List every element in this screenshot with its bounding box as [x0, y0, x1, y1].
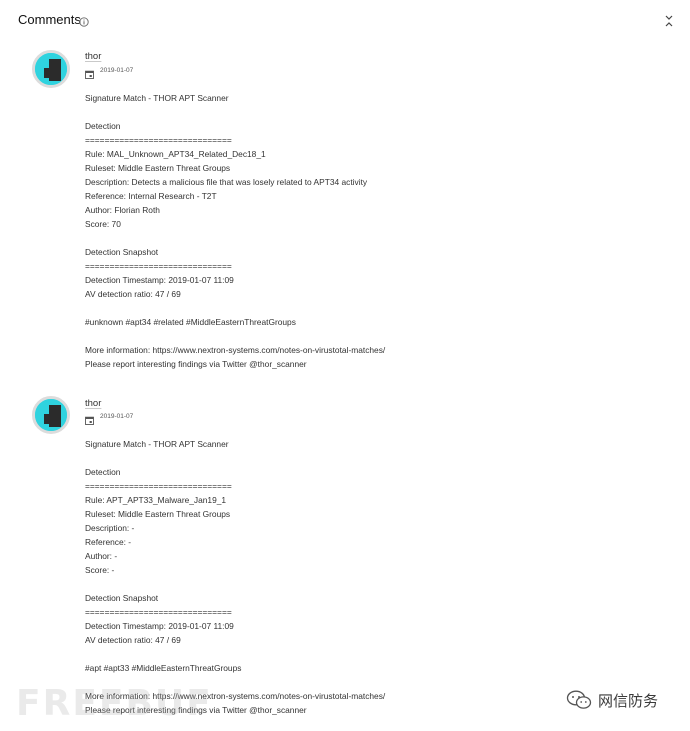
wechat-icon	[566, 690, 592, 710]
comment-line: Rule: MAL_Unknown_APT34_Related_Dec18_1	[85, 149, 266, 159]
avatar[interactable]	[32, 50, 70, 88]
info-icon[interactable]	[79, 14, 89, 27]
comment-line: Ruleset: Middle Eastern Threat Groups	[85, 509, 231, 519]
comment-line: Score: 70	[85, 219, 121, 229]
avatar[interactable]	[32, 396, 70, 434]
calendar-icon	[85, 66, 94, 79]
comment-line: Reference: Internal Research - T2T	[85, 191, 217, 201]
comment-line: #apt #apt33 #MiddleEasternThreatGroups	[85, 663, 242, 673]
comment-line: Detection	[85, 467, 121, 477]
comment-line: Detection Timestamp: 2019-01-07 11:09	[85, 275, 234, 285]
comment-author-link[interactable]: thor	[85, 51, 101, 62]
comment-line: ==============================	[85, 607, 232, 617]
comment-date: 2019-01-07	[100, 413, 134, 420]
comment-line: Signature Match - THOR APT Scanner	[85, 93, 229, 103]
comment-line: Reference: -	[85, 537, 132, 547]
comment-line: Rule: APT_APT33_Malware_Jan19_1	[85, 495, 227, 505]
comment-line: Description: Detects a malicious file th…	[85, 177, 368, 187]
comment-line: Signature Match - THOR APT Scanner	[85, 439, 229, 449]
comment-line: Detection Snapshot	[85, 247, 159, 257]
comment-line: Score: -	[85, 565, 115, 575]
comments-title: Comments	[18, 12, 81, 27]
comment-line: #unknown #apt34 #related #MiddleEasternT…	[85, 317, 296, 327]
comment-line: ==============================	[85, 261, 232, 271]
calendar-icon	[85, 412, 94, 425]
comment-line: Please report interesting findings via T…	[85, 359, 307, 369]
comment-line: AV detection ratio: 47 / 69	[85, 635, 181, 645]
comment-line: Detection	[85, 121, 121, 131]
comment-line: Detection Snapshot	[85, 593, 159, 603]
comment-line: Ruleset: Middle Eastern Threat Groups	[85, 163, 231, 173]
chevrons-collapse-icon[interactable]	[664, 14, 674, 28]
comment-line: Author: -	[85, 551, 118, 561]
comment-author-link[interactable]: thor	[85, 398, 101, 409]
freebuf-watermark: FREEBUF	[16, 683, 213, 724]
comments-panel: Comments thor 2019-01-07 Signature Match…	[0, 0, 690, 731]
comment-date: 2019-01-07	[100, 67, 134, 74]
comment-line: More information: https://www.nextron-sy…	[85, 345, 386, 355]
comment-line: AV detection ratio: 47 / 69	[85, 289, 181, 299]
comment-line: Detection Timestamp: 2019-01-07 11:09	[85, 621, 234, 631]
comment-line: ==============================	[85, 135, 232, 145]
comment-line: Author: Florian Roth	[85, 205, 160, 215]
comment-line: Description: -	[85, 523, 135, 533]
wechat-account-name: 网信防务	[598, 692, 659, 710]
comments-header: Comments	[0, 0, 690, 40]
comment-line: ==============================	[85, 481, 232, 491]
